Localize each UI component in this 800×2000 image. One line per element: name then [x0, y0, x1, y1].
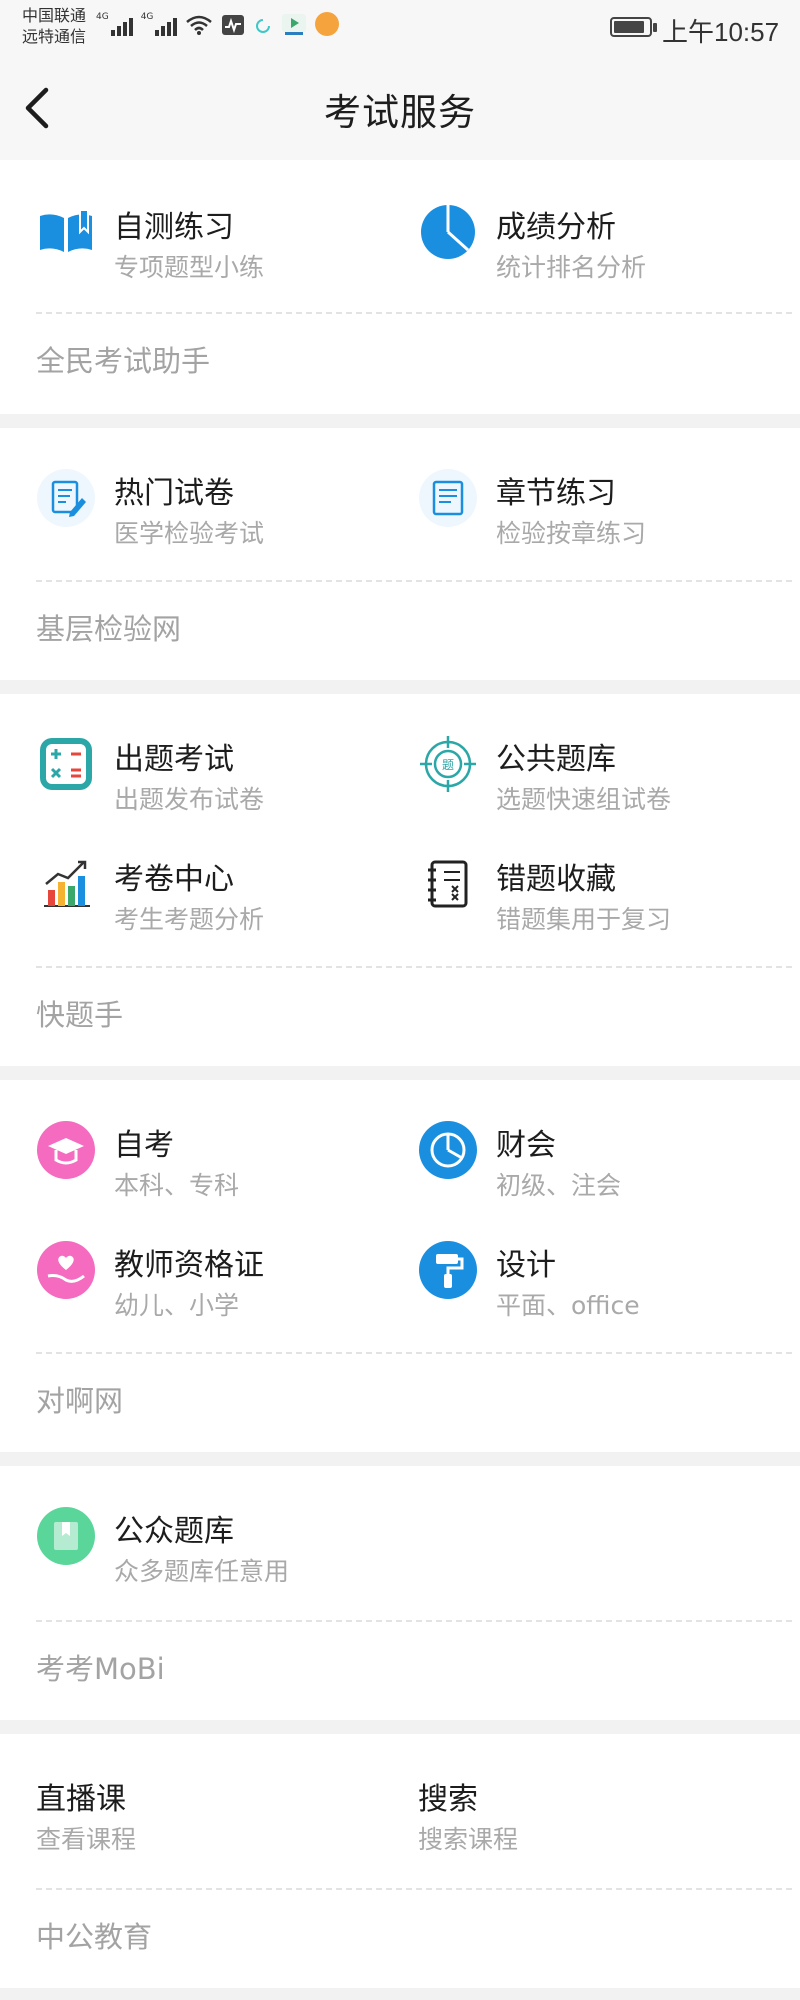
- item-subtitle: 检验按章练习: [496, 519, 647, 548]
- section-quanmin: 自测练习 专项题型小练 成绩分析 统计排名分析 全民考试助手: [0, 160, 800, 414]
- item-subtitle: 考生考题分析: [114, 905, 265, 934]
- status-bar: 中国联通 远特通信 4G 4G 上午10:57: [0, 0, 800, 54]
- target-icon: 题: [420, 736, 476, 792]
- book-icon: [40, 209, 92, 252]
- item-subtitle: 搜索课程: [418, 1825, 519, 1854]
- service-item[interactable]: 题 公共题库 选题快速组试卷: [418, 720, 798, 816]
- video-app-icon: [282, 14, 307, 35]
- item-title: 热门试卷: [114, 476, 234, 511]
- service-item[interactable]: 搜索 搜索课程: [418, 1760, 798, 1856]
- divider: [36, 1620, 792, 1622]
- bar-chart-icon: [44, 860, 90, 907]
- divider: [36, 580, 792, 582]
- item-title: 公共题库: [496, 742, 616, 777]
- item-title: 错题收藏: [496, 862, 616, 897]
- page-title: 考试服务: [324, 91, 476, 134]
- divider: [36, 312, 792, 314]
- carrier-secondary: 远特通信: [22, 27, 87, 46]
- app-header: 考试服务: [0, 54, 800, 160]
- item-subtitle: 医学检验考试: [114, 519, 265, 548]
- item-subtitle: 平面、office: [496, 1291, 640, 1320]
- service-item[interactable]: 出题考试 出题发布试卷: [36, 720, 416, 816]
- provider-label: 基层检验网: [36, 612, 182, 646]
- sync-icon: [256, 19, 271, 33]
- notebook-icon: [428, 860, 468, 908]
- item-title: 直播课: [36, 1782, 126, 1817]
- signal-icon: [110, 16, 133, 36]
- divider: [36, 1888, 792, 1890]
- divider: [36, 966, 792, 968]
- app-badge-icon: [315, 12, 340, 36]
- section-zhonggong: 直播课 查看课程 搜索 搜索课程 中公教育: [0, 1734, 800, 1988]
- item-title: 教师资格证: [114, 1248, 264, 1283]
- item-title: 设计: [496, 1248, 556, 1283]
- wifi-icon: [186, 15, 213, 35]
- item-subtitle: 本科、专科: [114, 1171, 240, 1200]
- item-subtitle: 众多题库任意用: [114, 1557, 290, 1586]
- item-subtitle: 选题快速组试卷: [496, 785, 672, 814]
- signal-icon: [155, 16, 178, 36]
- carrier-primary: 中国联通: [22, 6, 87, 25]
- item-title: 出题考试: [114, 742, 234, 777]
- status-time: 上午10:57: [662, 17, 780, 47]
- pie-chart-icon: [421, 205, 475, 259]
- item-subtitle: 幼儿、小学: [114, 1291, 240, 1320]
- item-subtitle: 出题发布试卷: [114, 785, 265, 814]
- item-title: 成绩分析: [496, 210, 616, 245]
- provider-label: 全民考试助手: [36, 344, 211, 378]
- provider-label: 对啊网: [36, 1384, 124, 1418]
- item-title: 公众题库: [114, 1514, 234, 1549]
- service-item[interactable]: 错题收藏 错题集用于复习: [418, 840, 798, 936]
- item-subtitle: 初级、注会: [496, 1171, 622, 1200]
- battery-icon: [610, 17, 657, 37]
- item-title: 考卷中心: [114, 862, 234, 897]
- section-jiceng: 热门试卷 医学检验考试 章节练习 检验按章练习 基层检验网: [0, 428, 800, 680]
- provider-label: 中公教育: [36, 1920, 153, 1954]
- service-item[interactable]: 自考 本科、专科: [36, 1106, 416, 1202]
- provider-label: 快题手: [36, 998, 124, 1032]
- bookmark-icon: [37, 1507, 95, 1565]
- divider: [36, 1352, 792, 1354]
- section-kuaitishou: 出题考试 出题发布试卷 题 公共题库 选题快速组试卷 考卷中心 考生考题分析 错…: [0, 694, 800, 1066]
- activity-icon: [222, 15, 245, 35]
- edit-document-icon: [37, 469, 95, 527]
- service-item[interactable]: 热门试卷 医学检验考试: [36, 454, 416, 550]
- item-title: 搜索: [418, 1782, 478, 1817]
- carrier-info: 中国联通 远特通信: [22, 5, 86, 47]
- item-subtitle: 统计排名分析: [496, 253, 647, 282]
- item-title: 章节练习: [496, 476, 616, 511]
- item-title: 自测练习: [114, 210, 234, 245]
- service-item[interactable]: 教师资格证 幼儿、小学: [36, 1226, 416, 1322]
- svg-text:题: 题: [442, 758, 454, 772]
- network-type-2: 4G: [140, 12, 154, 22]
- service-item[interactable]: 自测练习 专项题型小练: [36, 188, 416, 284]
- service-item[interactable]: 考卷中心 考生考题分析: [36, 840, 416, 936]
- paint-roller-icon: [419, 1241, 477, 1299]
- service-item[interactable]: 公众题库 众多题库任意用: [36, 1492, 416, 1588]
- item-subtitle: 错题集用于复习: [496, 905, 672, 934]
- service-item[interactable]: 直播课 查看课程: [36, 1760, 416, 1856]
- graduation-cap-icon: [37, 1121, 95, 1179]
- section-duiawang: 自考 本科、专科 财会 初级、注会 教师资格证 幼儿、小学 设计 平面、offi…: [0, 1080, 800, 1452]
- document-icon: [419, 469, 477, 527]
- item-subtitle: 专项题型小练: [114, 253, 265, 282]
- provider-label: 考考MoBi: [36, 1652, 165, 1686]
- service-item[interactable]: 成绩分析 统计排名分析: [418, 188, 798, 284]
- service-item[interactable]: 章节练习 检验按章练习: [418, 454, 798, 550]
- item-title: 财会: [496, 1128, 556, 1163]
- heart-hand-icon: [37, 1241, 95, 1299]
- network-type-1: 4G: [96, 12, 109, 22]
- pie-chart-icon: [419, 1121, 477, 1179]
- service-item[interactable]: 财会 初级、注会: [418, 1106, 798, 1202]
- network-indicators: 4G 4G: [96, 12, 340, 36]
- calculator-icon: [40, 738, 92, 790]
- service-item[interactable]: 设计 平面、office: [418, 1226, 798, 1322]
- item-subtitle: 查看课程: [36, 1825, 137, 1854]
- section-kaokao-mobi: 公众题库 众多题库任意用 考考MoBi: [0, 1466, 800, 1720]
- item-title: 自考: [114, 1128, 174, 1163]
